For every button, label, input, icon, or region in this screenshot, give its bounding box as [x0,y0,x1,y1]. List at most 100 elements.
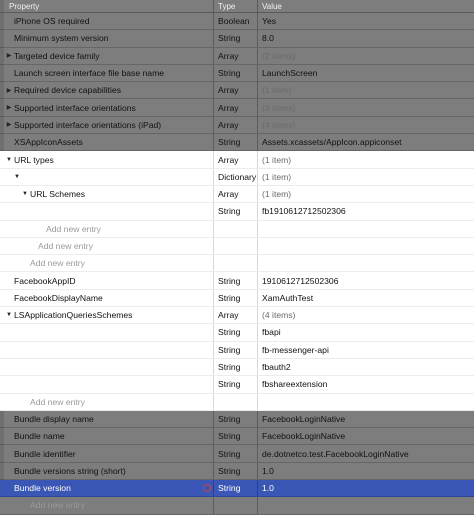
row-key-cell[interactable]: ▼ [0,168,214,185]
row-value-cell[interactable]: fb1910612712502306 [262,203,474,219]
plist-row[interactable]: ▼ LSApplicationQueriesSchemes Array (4 item… [0,307,474,325]
plist-row[interactable]: String fb1910612712502306 [0,203,474,221]
row-type-cell[interactable]: String [215,341,258,358]
row-key-cell[interactable] [0,341,214,358]
plist-row[interactable]: ▶ Supported interface orientations Array (3… [0,99,474,117]
row-type-cell[interactable]: Array [215,99,258,116]
row-type-cell[interactable]: String [215,376,258,393]
disclosure-collapsed-icon[interactable]: ▶ [4,121,14,128]
row-type-cell[interactable] [215,237,258,255]
row-type-cell[interactable]: Array [215,47,258,64]
row-key-cell[interactable]: ▼ LSApplicationQueriesSchemes [0,307,214,324]
plist-row[interactable]: Bundle display name String FacebookLoginNa… [0,410,474,429]
disclosure-collapsed-icon[interactable]: ▶ [4,52,14,59]
row-value-cell[interactable]: (1 item) [262,169,474,185]
disclosure-expanded-icon[interactable]: ▼ [4,312,14,318]
row-key-cell[interactable] [0,358,214,376]
plist-row[interactable]: ▼ URL types Array (1 item) [0,151,474,169]
row-value-cell[interactable]: (2 items) [262,48,474,64]
row-type-cell[interactable]: String [215,358,258,376]
row-type-cell[interactable]: Array [215,151,258,168]
row-value-cell[interactable]: FacebookLoginNative [262,428,474,444]
disclosure-collapsed-icon[interactable]: ▶ [4,104,14,111]
row-type-cell[interactable]: String [215,428,258,445]
row-key-cell[interactable]: Add new entry [0,497,214,514]
plist-row[interactable]: FacebookDisplayName String XamAuthTest [0,289,474,308]
plist-row[interactable]: Bundle versions string (short) String 1.0 [0,462,474,481]
row-value-cell[interactable]: (1 item) [262,186,474,202]
row-type-cell[interactable]: String [215,272,258,289]
row-key-cell[interactable]: Bundle identifier [0,445,214,462]
row-value-cell[interactable]: Yes [262,13,474,29]
row-key-cell[interactable]: Add new entry [0,237,214,255]
row-type-cell[interactable]: Array [215,116,258,134]
row-value-cell[interactable] [262,497,474,513]
row-key-cell[interactable]: FacebookDisplayName [0,289,214,307]
row-value-cell[interactable]: 1.0 [262,480,474,496]
row-key-cell[interactable]: ▶ Supported interface orientations [0,99,214,116]
remove-entry-icon[interactable] [203,484,211,493]
row-key-cell[interactable]: Add new entry [0,220,214,237]
row-value-cell[interactable]: (4 items) [262,117,474,133]
row-value-cell[interactable]: (4 items) [262,307,474,323]
plist-row[interactable]: XSAppIconAssets String Assets.xcassets/App… [0,134,474,152]
plist-row[interactable]: Bundle version String 1.0 [0,480,474,498]
row-value-cell[interactable]: fbauth2 [262,359,474,375]
row-key-cell[interactable]: ▶ Supported interface orientations (iPad) [0,116,214,134]
row-value-cell[interactable]: de.dotnetco.test.FacebookLoginNative [262,445,474,461]
plist-row[interactable]: Minimum system version String 8.0 [0,30,474,48]
row-key-cell[interactable] [0,376,214,393]
row-value-cell[interactable] [262,238,474,254]
row-key-cell[interactable]: Launch screen interface file base name [0,64,214,82]
column-header-type[interactable]: Type [215,0,258,12]
plist-row[interactable]: FacebookAppID String 1910612712502306 [0,272,474,290]
plist-row[interactable]: String fbapi [0,324,474,342]
add-entry-row[interactable]: Add new entry [0,393,474,411]
add-entry-row[interactable]: Add new entry [0,237,474,256]
row-type-cell[interactable]: Dictionary [215,168,258,185]
row-key-cell[interactable]: Bundle name [0,428,214,445]
row-type-cell[interactable] [215,255,258,272]
row-key-cell[interactable]: XSAppIconAssets [0,134,214,151]
row-value-cell[interactable]: (1 item) [262,82,474,98]
row-key-cell[interactable]: Add new entry [0,393,214,410]
row-key-cell[interactable]: ▼ URL Schemes [0,185,214,203]
row-value-cell[interactable]: LaunchScreen [262,65,474,81]
row-type-cell[interactable]: String [215,445,258,462]
row-value-cell[interactable]: 1910612712502306 [262,272,474,288]
plist-row[interactable]: String fbauth2 [0,358,474,377]
row-key-cell[interactable]: Minimum system version [0,30,214,47]
add-entry-row[interactable]: Add new entry [0,497,474,515]
plist-row[interactable]: Bundle identifier String de.dotnetco.test.… [0,445,474,463]
row-type-cell[interactable]: String [215,324,258,341]
column-header-value[interactable]: Value [262,0,474,12]
row-value-cell[interactable]: 1.0 [262,463,474,479]
row-type-cell[interactable]: String [215,480,258,497]
add-entry-row[interactable]: Add new entry [0,255,474,273]
row-value-cell[interactable]: (3 items) [262,99,474,115]
row-type-cell[interactable] [215,393,258,410]
plist-row[interactable]: String fb-messenger-api [0,341,474,359]
row-type-cell[interactable]: String [215,64,258,82]
plist-row[interactable]: Launch screen interface file base name St… [0,64,474,83]
row-key-cell[interactable]: iPhone OS required [0,13,214,30]
row-value-cell[interactable]: XamAuthTest [262,290,474,306]
row-type-cell[interactable]: Array [215,82,258,99]
disclosure-expanded-icon[interactable]: ▼ [4,157,14,163]
row-value-cell[interactable] [262,255,474,271]
row-key-cell[interactable]: FacebookAppID [0,272,214,289]
row-type-cell[interactable] [215,497,258,514]
row-value-cell[interactable] [262,221,474,237]
disclosure-expanded-icon[interactable]: ▼ [20,191,30,197]
row-key-cell[interactable] [0,203,214,220]
plist-row[interactable]: ▶ Targeted device family Array (2 items) [0,47,474,65]
row-value-cell[interactable] [262,394,474,410]
row-key-cell[interactable]: ▼ URL types [0,151,214,168]
plist-row[interactable]: ▶ Supported interface orientations (iPad)… [0,116,474,135]
row-key-cell[interactable]: ▶ Required device capabilities [0,82,214,99]
plist-row[interactable]: ▶ Required device capabilities Array (1 ite… [0,82,474,100]
disclosure-collapsed-icon[interactable]: ▶ [4,87,14,94]
plist-row[interactable]: ▼ Dictionary (1 item) [0,168,474,186]
row-value-cell[interactable]: fb-messenger-api [262,342,474,358]
row-key-cell[interactable]: Bundle display name [0,410,214,428]
